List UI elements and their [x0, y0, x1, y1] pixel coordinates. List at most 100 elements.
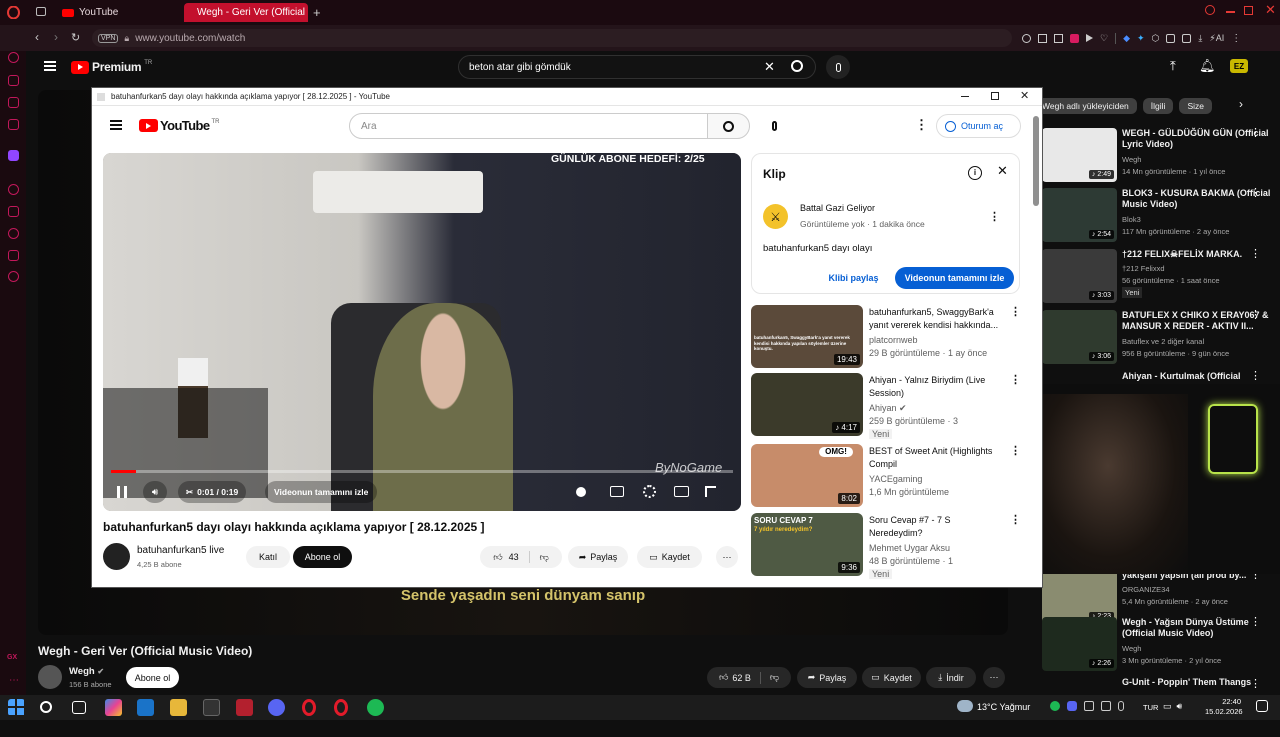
- related-title[interactable]: batuhanfurkan5, SwaggyBark'a yanıt verer…: [869, 306, 1004, 332]
- popup-search-button[interactable]: [707, 113, 750, 139]
- hamburger-menu-icon[interactable]: [44, 61, 56, 71]
- more-options-icon[interactable]: ⋮: [1250, 617, 1261, 628]
- chip-uploader[interactable]: Wegh adlı yükleyiciden: [1034, 98, 1137, 114]
- clip-author-avatar[interactable]: ⚔: [763, 204, 788, 229]
- tray-status-icons[interactable]: ▭ 🔊︎: [1163, 701, 1182, 712]
- autoplay-toggle-icon[interactable]: [576, 487, 586, 497]
- chips-next-icon[interactable]: ›: [1239, 97, 1243, 111]
- recommendation-item[interactable]: ♪ 2:49 WEGH - GÜLDÜĞÜN GÜN (Official Lyri…: [1042, 128, 1280, 186]
- more-options-icon[interactable]: ⋮: [1250, 188, 1261, 199]
- channel-avatar[interactable]: [103, 543, 130, 570]
- sidebar-music-icon[interactable]: [8, 97, 19, 108]
- close-icon[interactable]: ✕: [1265, 2, 1276, 18]
- channel-name[interactable]: Wegh ✔: [69, 666, 104, 677]
- close-panel-icon[interactable]: ✕: [997, 163, 1008, 179]
- upload-icon[interactable]: ⤒: [1170, 58, 1176, 74]
- like-button[interactable]: 👍︎ 43: [493, 552, 518, 563]
- maximize-icon[interactable]: [991, 92, 999, 100]
- tab-youtube[interactable]: YouTube: [54, 3, 179, 22]
- minimize-icon[interactable]: [961, 96, 969, 97]
- watch-full-overlay-button[interactable]: Videonun tamamını izle: [265, 481, 378, 503]
- spotify-icon[interactable]: [367, 699, 384, 716]
- heart-icon[interactable]: ♡: [1100, 33, 1108, 44]
- share-button[interactable]: ➦ Paylaş: [568, 546, 628, 568]
- more-options-icon[interactable]: ⋮: [1010, 305, 1021, 318]
- minimize-icon[interactable]: [1226, 11, 1235, 13]
- subscribe-button[interactable]: Abone ol: [293, 546, 352, 568]
- tray-spotify-icon[interactable]: [1050, 701, 1060, 711]
- youtube-premium-logo[interactable]: Premium TR: [71, 60, 152, 74]
- sidebar-clock-icon[interactable]: [8, 228, 19, 239]
- popup-scrollbar[interactable]: [1033, 116, 1039, 206]
- clip-more-icon[interactable]: ⋮: [989, 210, 1000, 223]
- share-clip-button[interactable]: Klibi paylaş: [822, 267, 885, 289]
- recommendation-thumbnail[interactable]: ♪ 3:06: [1042, 310, 1117, 364]
- settings-gear-icon[interactable]: [643, 485, 656, 498]
- download-button[interactable]: ⤓ İndir: [926, 667, 976, 688]
- recommendation-thumbnail[interactable]: ♪ 2:54: [1042, 188, 1117, 242]
- weather-text[interactable]: 13°C Yağmur: [977, 702, 1030, 712]
- sidebar-bookmarks-icon[interactable]: [8, 206, 19, 217]
- miniplayer-icon[interactable]: [674, 486, 689, 497]
- settings-more-icon[interactable]: ⋮: [915, 117, 928, 133]
- puzzle-icon[interactable]: ✦: [1137, 33, 1145, 44]
- chip-for-you[interactable]: Size: [1179, 98, 1212, 114]
- file-explorer-icon[interactable]: [170, 699, 187, 716]
- search-icon[interactable]: [791, 60, 803, 72]
- sidebar-instagram-icon[interactable]: [8, 119, 19, 130]
- recommendation-item[interactable]: ♪ 3:06 BATUFLEX X CHIKO X ERAY067 & MANSU…: [1042, 310, 1280, 368]
- tray-discord-icon[interactable]: [1067, 701, 1077, 711]
- dislike-button[interactable]: 👎︎: [540, 552, 549, 563]
- sidebar-downloads-icon[interactable]: [8, 250, 19, 261]
- more-options-icon[interactable]: ⋮: [1250, 371, 1261, 382]
- related-thumbnail[interactable]: ♪ 4:17: [751, 373, 863, 436]
- tray-app2-icon[interactable]: [1101, 701, 1111, 711]
- sidebar-twitch-icon[interactable]: [8, 150, 19, 161]
- more-options-icon[interactable]: ⋮: [1250, 679, 1261, 690]
- recommendation-item[interactable]: ♪ 3:03 †212 FELIX☠FELİX MARKA. †212 Felixx…: [1042, 249, 1280, 307]
- volume-icon[interactable]: 🔊︎: [143, 481, 167, 503]
- menu-icon[interactable]: ⋮: [1231, 33, 1241, 44]
- copilot-icon[interactable]: [105, 699, 122, 716]
- translate-icon[interactable]: ◆: [1123, 33, 1130, 44]
- sidebar-messenger-icon[interactable]: [8, 75, 19, 86]
- obs-icon[interactable]: [203, 699, 220, 716]
- download-icon[interactable]: ⤓: [1198, 33, 1202, 44]
- voice-search-button[interactable]: [826, 55, 850, 79]
- voicemod-icon[interactable]: [236, 699, 253, 716]
- url-text[interactable]: www.youtube.com/watch: [135, 33, 245, 44]
- recommendation-thumbnail[interactable]: ♪ 2:49: [1042, 128, 1117, 182]
- url-box[interactable]: VPN 🔒︎ www.youtube.com/watch: [92, 29, 1012, 47]
- sidebar-history-icon[interactable]: [8, 52, 19, 63]
- hamburger-menu-icon[interactable]: [110, 120, 122, 130]
- more-options-icon[interactable]: ⋮: [1250, 128, 1261, 139]
- screenshot-icon[interactable]: [1166, 33, 1176, 43]
- clear-search-icon[interactable]: ✕: [764, 59, 775, 75]
- forward-icon[interactable]: ›: [54, 30, 58, 44]
- related-channel[interactable]: Mehmet Uygar Aksu: [869, 543, 950, 553]
- outlook-icon[interactable]: [137, 699, 154, 716]
- recommendation-item[interactable]: ♪ 2:26 Wegh - Yağsın Dünya Üstüme (Offici…: [1042, 617, 1280, 675]
- related-title[interactable]: BEST of Sweet Anit (Highlights Compil: [869, 445, 1004, 471]
- keyboard-language[interactable]: TUR: [1143, 703, 1158, 712]
- save-button[interactable]: ▭ Kaydet: [862, 667, 921, 688]
- more-actions-button[interactable]: ⋯: [716, 546, 738, 568]
- pin-icon[interactable]: [1182, 33, 1192, 43]
- opera-logo-icon[interactable]: [6, 5, 20, 19]
- back-icon[interactable]: ‹: [35, 30, 39, 44]
- popup-search-input[interactable]: Ara: [349, 113, 708, 139]
- sign-in-button[interactable]: Oturum aç: [936, 114, 1021, 138]
- more-actions-button[interactable]: ⋯: [983, 667, 1005, 688]
- subscribe-button[interactable]: Abone ol: [126, 667, 179, 688]
- recommendation-channel[interactable]: †212 Felixxd: [1122, 263, 1165, 274]
- youtube-logo[interactable]: YouTube TR: [139, 118, 219, 133]
- sidebar-more-icon[interactable]: ⋯: [9, 675, 19, 686]
- easy-setup-icon[interactable]: ⬡: [1152, 33, 1160, 44]
- voice-search-button[interactable]: [762, 115, 786, 137]
- more-options-icon[interactable]: ⋮: [1250, 310, 1261, 321]
- recommendation-thumbnail[interactable]: ♪ 2:23: [1042, 570, 1117, 624]
- close-icon[interactable]: ✕: [1020, 89, 1029, 102]
- related-thumbnail[interactable]: OMG! 8:02: [751, 444, 863, 507]
- start-menu-icon[interactable]: [8, 699, 25, 716]
- tray-app-icon[interactable]: [1084, 701, 1094, 711]
